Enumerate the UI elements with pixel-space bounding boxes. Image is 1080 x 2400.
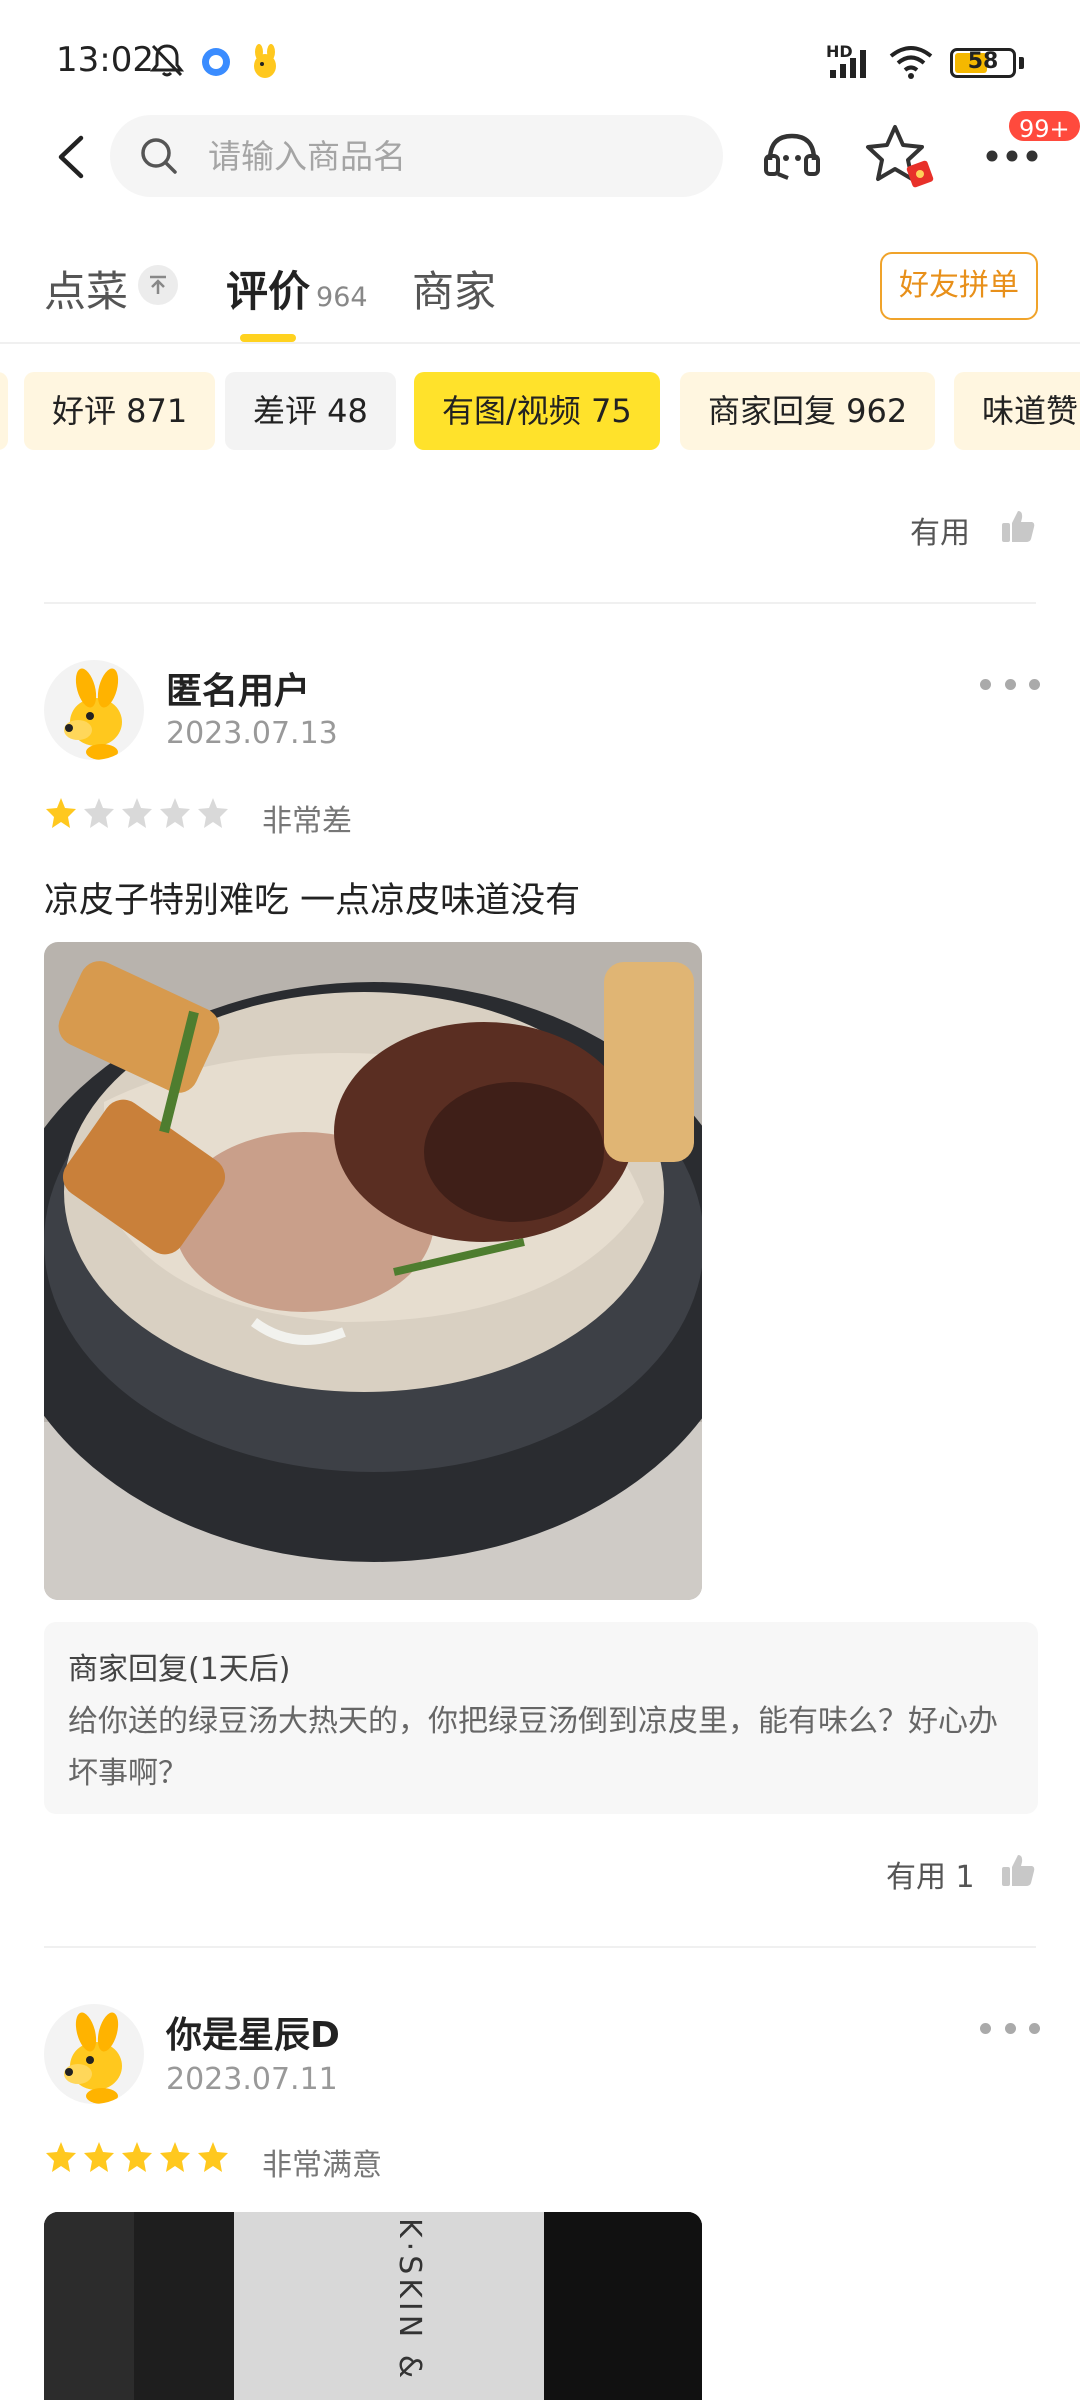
thumbs-up-icon[interactable]: [1000, 1852, 1036, 1888]
wifi-icon: [889, 46, 933, 79]
useful-label[interactable]: 有用: [910, 508, 970, 552]
filter-chip-negative[interactable]: 差评 48: [225, 372, 396, 450]
filter-chip-positive[interactable]: 好评 871: [24, 372, 216, 450]
friend-group-order-button[interactable]: 好友拼单: [880, 252, 1038, 320]
tab-reviews-count: 964: [316, 282, 368, 313]
bell-muted-icon: [150, 44, 184, 77]
back-button[interactable]: [44, 122, 96, 192]
username: 你是星辰D: [166, 2015, 340, 2056]
favorite-button[interactable]: [864, 120, 936, 192]
avatar[interactable]: [44, 2004, 144, 2104]
signal-icon: [830, 50, 866, 78]
search-bar[interactable]: [110, 115, 723, 197]
tab-order[interactable]: 点菜: [44, 258, 128, 319]
review-date: 2023.07.13: [166, 716, 338, 751]
review-divider: [44, 602, 1036, 604]
headset-icon: [764, 133, 820, 180]
star-empty-icon: [160, 798, 190, 828]
filter-chip-merchant-reply[interactable]: 商家回复 962: [680, 372, 936, 450]
star-filled-icon: [160, 2142, 190, 2172]
star-filled-icon: [122, 2142, 152, 2172]
star-empty-icon: [84, 798, 114, 828]
tab-merchant-label: 商家: [412, 267, 497, 316]
review-date: 2023.07.11: [166, 2062, 338, 2097]
filter-chip-tasty[interactable]: 味道赞: [954, 372, 1080, 450]
kangaroo-app-icon: [254, 44, 276, 78]
more-icon: [986, 150, 1038, 162]
tabs-divider: [0, 342, 1080, 344]
star-filled-icon: [46, 798, 76, 828]
review-divider: [44, 1946, 1036, 1948]
star-filled-icon: [198, 2142, 228, 2172]
review-text: 凉皮子特别难吃 一点凉皮味道没有: [44, 881, 581, 921]
kangaroo-avatar-icon: [64, 2012, 122, 2104]
status-time: 13:02: [56, 40, 154, 80]
review-more-icon[interactable]: [980, 2018, 1040, 2038]
chip-partial-left[interactable]: [0, 372, 8, 450]
app-notification-icon: [202, 48, 230, 76]
product-box-text: K·SKIN &: [392, 2218, 427, 2383]
food-photo: [44, 942, 702, 1600]
battery-tip: [1019, 57, 1024, 69]
star-filled-icon: [46, 2142, 76, 2172]
search-input[interactable]: [208, 115, 698, 197]
rating-stars: [44, 2140, 230, 2174]
product-photo: [44, 2212, 702, 2400]
back-arrow-icon: [58, 135, 84, 179]
status-bar: 13:02 HD 58: [0, 0, 1080, 108]
battery-icon: 58: [950, 48, 1016, 78]
merchant-reply-text: 给你送的绿豆汤大热天的，你把绿豆汤倒到凉皮里，能有味么？好心办坏事啊？: [68, 1704, 998, 1791]
rating-stars: [44, 796, 230, 830]
tab-active-indicator: [240, 334, 296, 342]
tab-reviews-label: 评价: [226, 267, 311, 316]
battery-level: 58: [967, 49, 999, 74]
rating-label: 非常差: [262, 804, 352, 839]
customer-service-button[interactable]: [756, 120, 828, 192]
username: 匿名用户: [166, 671, 311, 712]
pin-top-icon[interactable]: [138, 265, 178, 305]
merchant-reply-title: 商家回复(1天后): [68, 1652, 291, 1687]
star-outline-icon: [866, 125, 934, 188]
avatar[interactable]: [44, 660, 144, 760]
review-photo[interactable]: K·SKIN &: [44, 2212, 702, 2400]
kangaroo-avatar-icon: [64, 668, 122, 760]
star-filled-icon: [84, 2142, 114, 2172]
tab-reviews[interactable]: 评价 964: [226, 258, 368, 319]
useful-label[interactable]: 有用 1: [886, 1852, 975, 1896]
tab-order-label: 点菜: [44, 267, 129, 316]
merchant-reply: 商家回复(1天后) 给你送的绿豆汤大热天的，你把绿豆汤倒到凉皮里，能有味么？好心…: [44, 1622, 1038, 1814]
notification-badge: 99+: [1006, 108, 1080, 144]
star-empty-icon: [198, 798, 228, 828]
review-more-icon[interactable]: [980, 674, 1040, 694]
filter-chip-with-photo[interactable]: 有图/视频 75: [414, 372, 660, 450]
search-icon: [141, 138, 177, 174]
thumbs-up-icon[interactable]: [1000, 508, 1036, 544]
rating-label: 非常满意: [262, 2148, 382, 2183]
review-photo[interactable]: [44, 942, 702, 1600]
star-empty-icon: [122, 798, 152, 828]
tab-merchant[interactable]: 商家: [412, 258, 496, 319]
